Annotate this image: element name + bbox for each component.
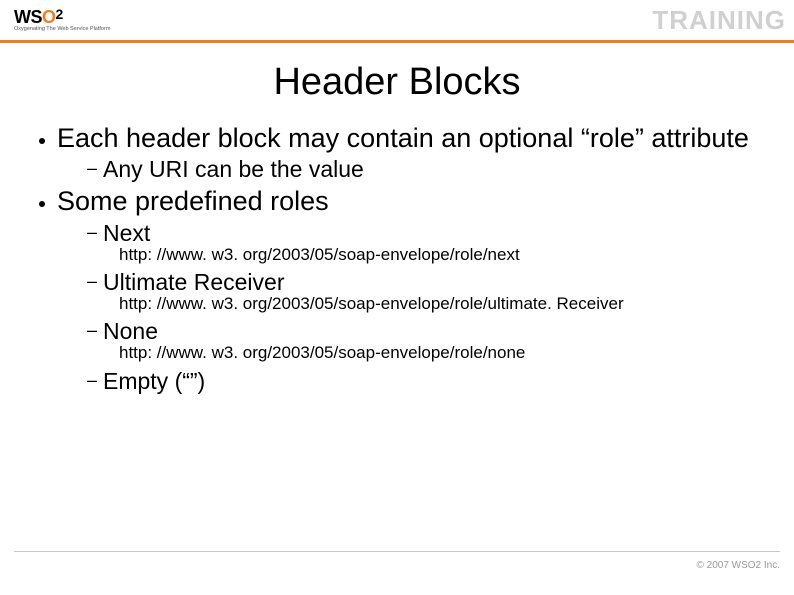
list-item: Some predefined roles Next http: //www. …: [35, 187, 759, 395]
footer-divider: [14, 551, 780, 552]
sub-bullet-text: Any URI can be the value: [103, 156, 364, 182]
url-text: http: //www. w3. org/2003/05/soap-envelo…: [103, 294, 759, 314]
topbar: WSO2 Oxygenating The Web Service Platfor…: [0, 0, 794, 40]
list-item: Each header block may contain an optiona…: [35, 124, 759, 183]
slide-title: Header Blocks: [35, 61, 759, 104]
bullet-text: Each header block may contain an optiona…: [57, 124, 759, 152]
bullet-text: Some predefined roles: [57, 187, 759, 215]
training-label: TRAINING: [652, 5, 786, 36]
logo-text: WSO2: [14, 7, 110, 26]
list-item: Any URI can be the value: [87, 156, 759, 183]
sub-bullet-text: Next: [103, 220, 150, 246]
slide-body: Header Blocks Each header block may cont…: [0, 43, 794, 395]
url-text: http: //www. w3. org/2003/05/soap-envelo…: [103, 343, 759, 363]
list-item: Next http: //www. w3. org/2003/05/soap-e…: [87, 220, 759, 265]
list-item: None http: //www. w3. org/2003/05/soap-e…: [87, 318, 759, 363]
url-text: http: //www. w3. org/2003/05/soap-envelo…: [103, 245, 759, 265]
sub-bullet-text: None: [103, 318, 158, 344]
wso2-logo: WSO2 Oxygenating The Web Service Platfor…: [14, 7, 110, 33]
logo-tagline: Oxygenating The Web Service Platform: [14, 27, 110, 33]
list-item: Empty (“”): [87, 368, 759, 395]
sub-list: Next http: //www. w3. org/2003/05/soap-e…: [57, 220, 759, 395]
list-item: Ultimate Receiver http: //www. w3. org/2…: [87, 269, 759, 314]
sub-list: Any URI can be the value: [57, 156, 759, 183]
footer: © 2007 WSO2 Inc.: [0, 551, 794, 571]
sub-bullet-text: Empty (“”): [103, 368, 205, 394]
sub-bullet-text: Ultimate Receiver: [103, 269, 285, 295]
copyright-text: © 2007 WSO2 Inc.: [14, 560, 780, 571]
bullet-list: Each header block may contain an optiona…: [35, 124, 759, 395]
